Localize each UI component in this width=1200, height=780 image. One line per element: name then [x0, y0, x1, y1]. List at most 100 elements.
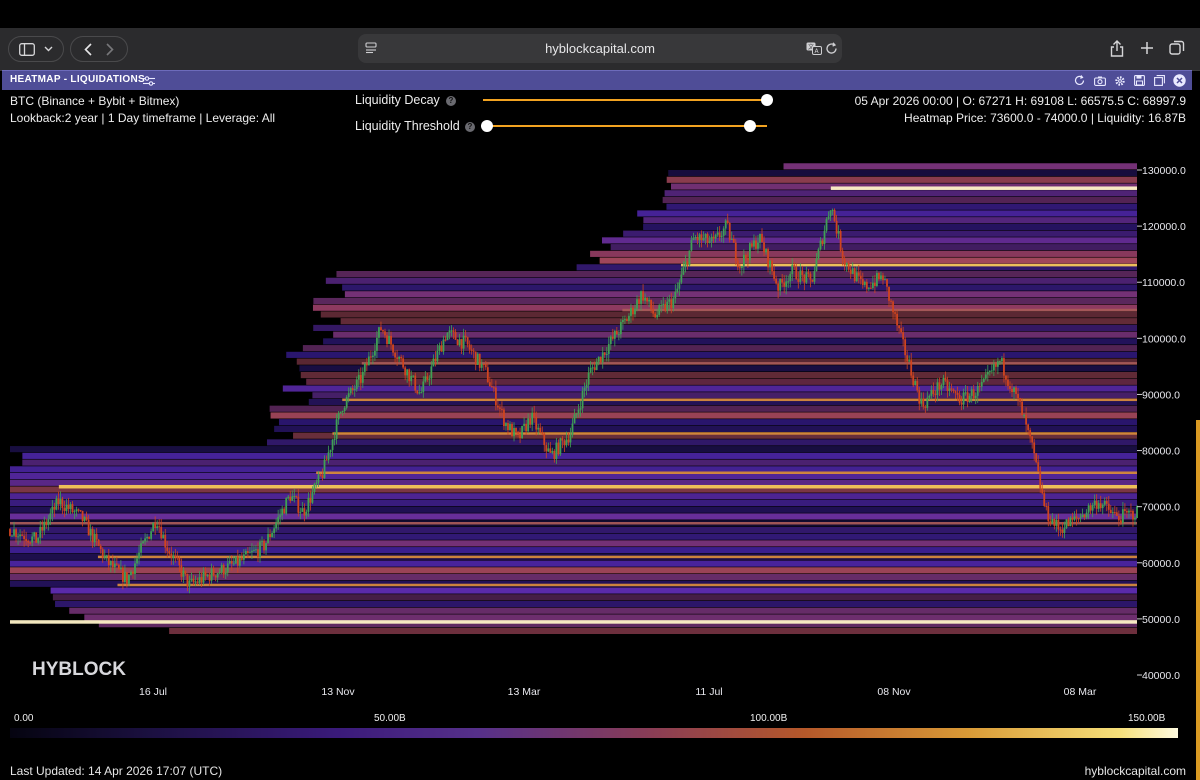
share-icon[interactable] — [1108, 39, 1126, 57]
candle-body — [1111, 512, 1114, 514]
candle-body — [130, 571, 132, 576]
candle-body — [624, 319, 626, 321]
candle-body — [446, 332, 449, 341]
candle-body — [573, 414, 576, 424]
candle-body — [198, 577, 201, 583]
candle-body — [751, 243, 753, 247]
candle-body — [164, 534, 167, 548]
x-axis: 16 Jul 13 Nov 13 Mar 11 Jul 08 Nov 08 Mar — [139, 686, 1097, 698]
heat-row — [783, 163, 1137, 170]
candle-body — [535, 416, 538, 430]
candle-body — [740, 266, 743, 268]
threshold-max-thumb[interactable] — [744, 120, 757, 132]
candle-body — [658, 305, 661, 315]
candle-body — [567, 439, 570, 443]
forward-icon[interactable] — [106, 42, 114, 56]
candle-body — [77, 509, 80, 511]
camera-icon[interactable] — [1093, 74, 1106, 87]
candle-body — [35, 532, 38, 543]
candle-body — [146, 536, 148, 539]
candle-body — [678, 282, 681, 289]
url-text: hyblockcapital.com — [545, 41, 655, 56]
candle-body — [837, 230, 840, 234]
candle-body — [65, 504, 68, 511]
candle-body — [714, 234, 717, 239]
candle-body — [565, 439, 568, 446]
gear-icon[interactable] — [1113, 74, 1126, 87]
candle-body — [83, 517, 86, 521]
copy-icon[interactable] — [1153, 74, 1166, 87]
candle-body — [422, 381, 425, 393]
new-tab-icon[interactable] — [1138, 39, 1156, 57]
candle-body — [345, 397, 348, 408]
tab-overview-icon[interactable] — [1168, 39, 1186, 57]
candle-body — [795, 266, 798, 280]
heat-row — [299, 365, 1138, 372]
candle-body — [531, 412, 534, 425]
back-icon[interactable] — [84, 42, 92, 56]
translate-icon[interactable]: 文A — [806, 41, 822, 55]
decay-label: Liquidity Decay — [355, 93, 440, 107]
heat-row — [610, 244, 1137, 251]
candle-body — [513, 427, 515, 437]
candle-body — [140, 543, 142, 553]
candle-body — [970, 389, 973, 396]
candle-body — [1099, 503, 1102, 509]
threshold-min-thumb[interactable] — [481, 120, 493, 132]
heat-row — [10, 446, 1137, 453]
candle-body — [61, 498, 64, 508]
candle-body — [182, 570, 185, 577]
refresh-icon[interactable] — [1073, 74, 1086, 87]
threshold-slider-track[interactable] — [487, 125, 767, 127]
liquidation-heatmap-chart[interactable]: 130000.0 120000.0 110000.0 100000.0 90000.0 8… — [0, 140, 1200, 700]
candle-body — [128, 575, 130, 584]
candle-body — [888, 286, 890, 301]
candle-body — [1025, 415, 1028, 425]
candle-body — [1029, 430, 1032, 437]
candle-body — [134, 563, 136, 574]
candle-body — [928, 395, 931, 398]
candle-body — [154, 522, 157, 529]
candle-body — [605, 354, 608, 356]
close-icon[interactable] — [1173, 74, 1186, 87]
candle-body — [196, 581, 199, 583]
candle-body — [1037, 462, 1040, 472]
candle-body — [940, 385, 943, 390]
threshold-help-icon[interactable]: ? — [465, 122, 475, 132]
decay-help-icon[interactable]: ? — [446, 96, 456, 106]
candle-body — [1023, 415, 1025, 417]
candle-body — [190, 578, 193, 581]
candle-body — [482, 364, 485, 366]
candle-body — [767, 249, 769, 268]
candle-body — [466, 337, 469, 345]
sidebar-toggle-button[interactable] — [8, 36, 64, 62]
candle-body — [168, 551, 171, 554]
candle-body — [210, 568, 213, 581]
candle-body — [757, 242, 759, 249]
candle-body — [361, 371, 364, 383]
candle-body — [682, 267, 685, 275]
legend-max-label: 150.00B — [1128, 713, 1166, 724]
settings-summary: Lookback:2 year | 1 Day timeframe | Leve… — [10, 111, 276, 125]
reload-icon[interactable] — [824, 41, 838, 55]
candle-body — [994, 364, 997, 367]
heat-row — [10, 499, 1137, 507]
candle-body — [583, 387, 586, 391]
candle-body — [1103, 501, 1106, 505]
candle-body — [527, 418, 530, 432]
candle-body — [1031, 436, 1034, 443]
save-icon[interactable] — [1133, 74, 1146, 87]
candle-body — [160, 526, 163, 539]
candle-body — [525, 423, 528, 432]
heat-row — [274, 425, 1137, 432]
candle-body — [599, 356, 602, 363]
filter-settings-icon[interactable] — [142, 74, 155, 87]
decay-slider-track[interactable] — [483, 99, 767, 101]
candle-body — [805, 272, 808, 283]
decay-slider-thumb[interactable] — [761, 94, 773, 106]
candle-body — [869, 287, 872, 289]
candle-body — [1061, 529, 1064, 533]
candle-body — [1101, 504, 1104, 509]
candle-body — [769, 260, 771, 268]
address-bar[interactable]: hyblockcapital.com 文A — [358, 34, 842, 63]
